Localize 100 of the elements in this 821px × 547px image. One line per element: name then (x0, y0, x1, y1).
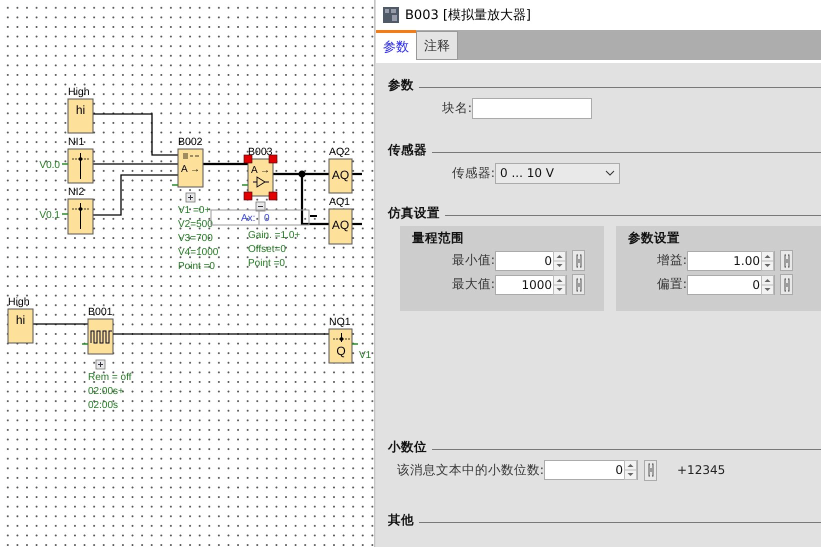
parameter-text: Offset=0 (248, 244, 286, 255)
block-symbol: AQ (332, 168, 350, 182)
number-field[interactable]: 1000 (495, 274, 567, 294)
function-block[interactable] (178, 148, 204, 188)
spinner-icon (553, 250, 566, 270)
scale-lines-icon (182, 154, 200, 158)
block-label: NQ1 (329, 316, 351, 328)
number-field[interactable]: 0 (495, 250, 567, 270)
terminal-label: V0.1 (39, 210, 60, 221)
block-label: High (68, 86, 90, 98)
crosshair-icon (72, 152, 90, 180)
window-title: B003 [模拟量放大器] (405, 7, 532, 24)
pulse-icon (90, 330, 112, 344)
crosshair-icon (72, 202, 90, 230)
parameter-text: Rem = off (88, 372, 132, 383)
spinner-icon (761, 250, 774, 270)
block-symbol: A → (181, 164, 200, 175)
function-block[interactable] (68, 148, 94, 184)
plus-icon[interactable] (186, 192, 196, 202)
parameter-text: Point =0 (248, 258, 285, 269)
function-block[interactable] (328, 328, 352, 364)
section-heading: 参数 (388, 77, 414, 94)
selection-handle[interactable] (244, 154, 252, 164)
section-heading: 小数位 (388, 439, 427, 456)
spinner-icon (553, 274, 566, 294)
block-symbol: hi (76, 103, 86, 117)
bracket-icon (576, 278, 582, 292)
parameter-text: V4=1000 (178, 247, 218, 258)
field-label: 该消息文本中的小数位数: (396, 462, 544, 478)
field-label: 块名: (440, 100, 472, 116)
format-preview: +12345 (677, 463, 726, 477)
sensor-dropdown[interactable]: 0 ... 10 V (495, 162, 620, 184)
wire (352, 222, 362, 226)
section-heading: 仿真设置 (388, 205, 440, 222)
app-logo-icon (383, 7, 399, 23)
limits-button[interactable] (572, 274, 585, 295)
parameter-text: V3=700 (178, 233, 213, 244)
parameter-text: V2=500 (178, 219, 213, 230)
crosshair-icon (332, 332, 350, 342)
amplifier-icon (252, 176, 270, 188)
wire (352, 172, 362, 176)
block-label: NI1 (68, 136, 84, 148)
block-symbol: A → (251, 165, 270, 176)
block-name-field[interactable] (472, 98, 592, 118)
parameter-text: 02:00s (88, 400, 118, 411)
selection-handle[interactable] (268, 192, 278, 200)
block-symbol: hi (16, 313, 26, 327)
block-label: NI2 (68, 186, 84, 198)
spinner-icon (624, 460, 637, 480)
tab[interactable]: 注释 (416, 31, 458, 60)
tab[interactable]: 参数 (376, 30, 416, 60)
field-label: 最大值: (450, 276, 495, 293)
number-field[interactable]: 0 (687, 274, 775, 294)
function-block[interactable] (328, 208, 352, 244)
junction-dot (298, 170, 306, 178)
selection-handle[interactable] (244, 192, 252, 200)
limits-button[interactable] (780, 250, 793, 271)
bracket-icon (784, 254, 790, 268)
field-label: 传感器: (450, 164, 495, 182)
group-heading: 量程范围 (412, 230, 465, 247)
section-heading: 其他 (388, 512, 414, 529)
chevron-down-icon (605, 170, 615, 176)
ax-input-box[interactable] (210, 210, 310, 226)
parameter-text: 02:00s+ (88, 386, 124, 397)
function-block[interactable] (328, 158, 352, 194)
block-label: B003 (248, 146, 273, 158)
number-field[interactable]: 0 (544, 460, 638, 480)
limits-button[interactable] (644, 460, 657, 480)
section-heading: 传感器 (388, 142, 427, 159)
field-label: 偏置: (656, 276, 687, 293)
bracket-icon (648, 463, 654, 477)
ax-value: 0 (264, 213, 270, 224)
block-label: AQ2 (329, 146, 350, 158)
block-label: B001 (88, 306, 113, 318)
selection-handle[interactable] (268, 154, 278, 164)
terminal-label: V0.0 (39, 160, 60, 171)
group-heading: 参数设置 (628, 230, 681, 247)
limits-button[interactable] (780, 274, 793, 295)
minus-icon[interactable] (256, 202, 266, 212)
bracket-icon (784, 278, 790, 292)
plus-icon[interactable] (96, 360, 106, 370)
block-label: AQ1 (329, 196, 350, 208)
spinner-icon (761, 274, 774, 294)
limits-button[interactable] (572, 250, 585, 271)
terminal-label: V1 (359, 350, 372, 361)
parameter-text: Gain. =1.0+ (248, 230, 300, 241)
wire (33, 323, 88, 325)
bracket-icon (576, 254, 582, 268)
block-label: High (8, 296, 30, 308)
block-label: B002 (178, 136, 203, 148)
ax-label: Ax: (241, 213, 256, 224)
function-block[interactable] (68, 198, 94, 234)
block-symbol: Q (336, 344, 346, 358)
parameter-text: V1 =0+ (178, 205, 210, 216)
number-field[interactable]: 1.00 (687, 250, 775, 270)
block-symbol: AQ (332, 218, 350, 232)
field-label: 最小值: (450, 252, 495, 269)
wire (203, 162, 248, 166)
field-label: 增益: (656, 252, 687, 269)
wire-stub (310, 215, 317, 217)
